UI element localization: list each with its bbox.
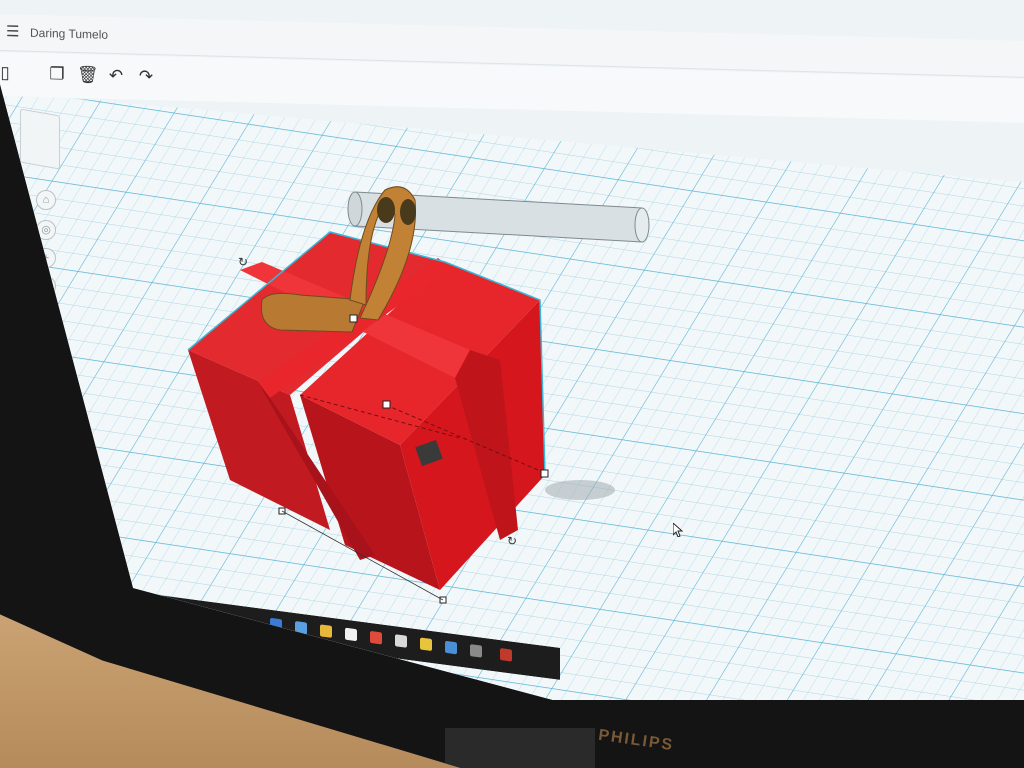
monitor-bezel: ↻ ↻ ☰ Daring Tumelo ▯ ❐ 🗑 ↶ ↷ ⌂ ◎ + − ◇	[0, 0, 1024, 768]
taskbar-app-icon[interactable]	[270, 618, 282, 632]
delete-icon[interactable]: 🗑	[77, 65, 99, 85]
tinkercad-icon[interactable]	[500, 648, 512, 662]
design-title[interactable]: Daring Tumelo	[30, 26, 108, 42]
duplicate-icon[interactable]: ❐	[48, 64, 66, 83]
fit-view-icon[interactable]: ◎	[36, 220, 56, 240]
taskbar-app-icon[interactable]	[395, 634, 407, 648]
shape-shadow	[545, 480, 615, 500]
menu-icon[interactable]: ☰	[6, 23, 20, 40]
chrome-icon[interactable]	[370, 631, 382, 645]
folder-icon[interactable]	[320, 624, 332, 638]
screen: ↻ ↻ ☰ Daring Tumelo ▯ ❐ 🗑 ↶ ↷ ⌂ ◎ + − ◇	[0, 0, 1024, 700]
mouse-cursor-icon	[673, 523, 683, 537]
perspective-icon[interactable]: ◇	[36, 304, 56, 324]
paste-icon[interactable]: ▯	[0, 63, 14, 82]
redo-icon[interactable]: ↷	[137, 67, 155, 86]
svg-text:↻: ↻	[507, 534, 517, 548]
taskbar-app-icon[interactable]	[445, 641, 457, 655]
view-cube[interactable]	[20, 108, 60, 170]
taskbar-app-icon[interactable]	[345, 628, 357, 642]
undo-icon[interactable]: ↶	[107, 66, 125, 85]
monitor-stand	[445, 728, 595, 768]
taskbar-app-icon[interactable]	[470, 644, 482, 658]
home-view-icon[interactable]: ⌂	[36, 190, 56, 210]
svg-text:↻: ↻	[238, 255, 248, 269]
zoom-in-icon[interactable]: +	[36, 248, 56, 268]
taskbar-app-icon[interactable]	[295, 621, 307, 635]
monitor-brand-logo: PHILIPS	[597, 726, 676, 755]
zoom-out-icon[interactable]: −	[36, 276, 56, 296]
taskbar-app-icon[interactable]	[420, 637, 432, 651]
